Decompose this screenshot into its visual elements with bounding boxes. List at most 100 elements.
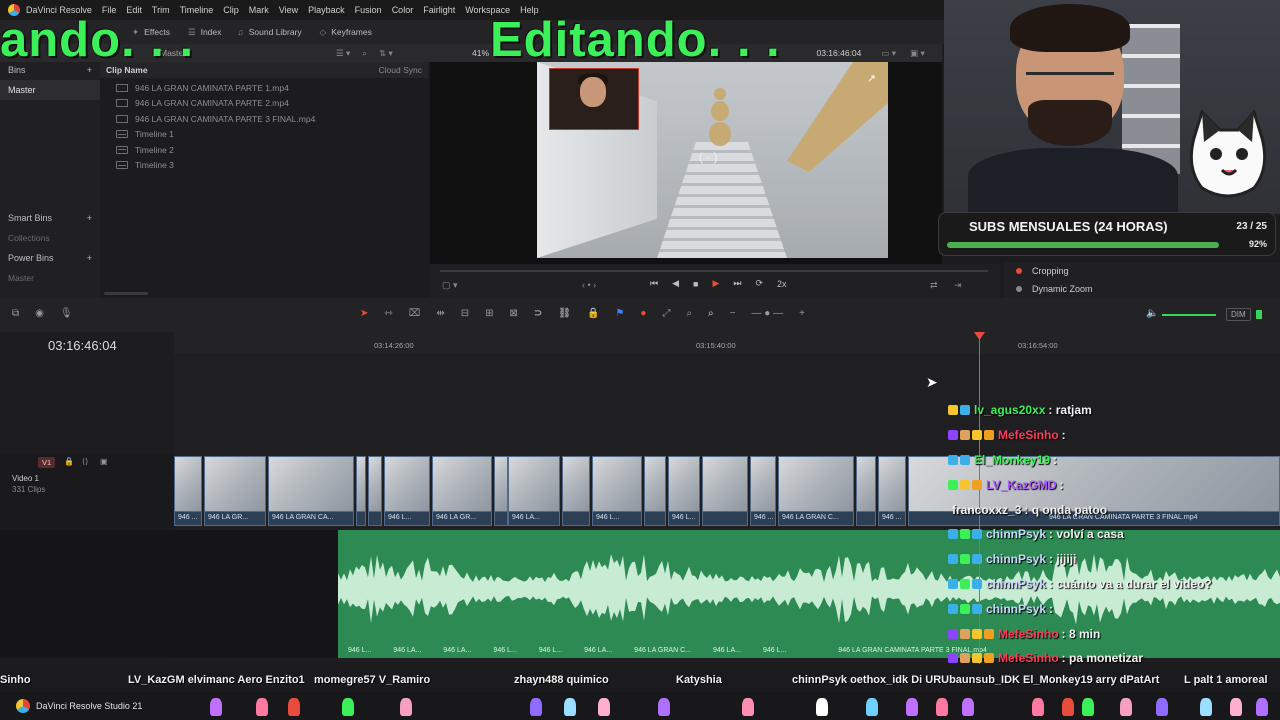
timeline-clip[interactable]: 946 LA... (508, 456, 560, 526)
jog-icon[interactable]: ‹ • › (582, 280, 596, 290)
keyframes-button[interactable]: ◇ Keyframes (320, 27, 372, 38)
list-item[interactable]: Timeline 1 (100, 127, 428, 143)
add-power-bin-icon[interactable]: + (87, 253, 92, 263)
loop-icon[interactable]: ⟳ (756, 278, 764, 289)
track-label[interactable]: V1 (38, 457, 56, 468)
snap-icon[interactable]: ⊃ (534, 308, 542, 319)
play-icon[interactable]: ▶ (712, 278, 719, 289)
clip-list-scrollbar[interactable] (104, 292, 148, 295)
timeline-clip[interactable]: 946 ... (174, 456, 202, 526)
col-cloud-sync[interactable]: Cloud Sync (379, 65, 422, 75)
timeline-clip[interactable]: 946 LA GRAN CA... (268, 456, 354, 526)
sort-icon[interactable]: ⇅ ▾ (379, 48, 393, 59)
zoom-slider[interactable]: — ● — (752, 308, 784, 319)
timeline-clip[interactable]: 946 LA GRAN C... (778, 456, 854, 526)
auto-select-icon[interactable]: ⟨⟩ (82, 457, 88, 466)
timeline-clip[interactable] (494, 456, 508, 526)
zoom-level[interactable]: 41% (472, 48, 489, 58)
collections-label: Collections (8, 233, 50, 243)
timeline-clip[interactable]: 946 ... (878, 456, 906, 526)
timeline-timecode[interactable]: 03:16:46:04 (48, 338, 117, 353)
timeline-clip[interactable] (644, 456, 666, 526)
timeline-ruler[interactable]: 03:14:26:00 03:15:40:00 03:16:54:00 (174, 332, 1280, 354)
timeline-clip[interactable]: 946 LA GR... (204, 456, 266, 526)
track-visibility-icon[interactable]: ▣ (100, 457, 108, 466)
timeline-clip[interactable] (562, 456, 590, 526)
timeline-clip[interactable]: 946 L... (592, 456, 642, 526)
next-icon[interactable]: ⇥ (954, 280, 962, 291)
viewer-panel[interactable]: ( · ) ↗ (430, 62, 942, 264)
add-smart-bin-icon[interactable]: + (87, 213, 92, 223)
stop-icon[interactable]: ■ (693, 279, 698, 289)
bin-master[interactable]: Master (0, 80, 100, 100)
menu-mark[interactable]: Mark (249, 5, 269, 15)
menu-clip[interactable]: Clip (223, 5, 239, 15)
timeline-clip[interactable] (702, 456, 748, 526)
sound-library-button[interactable]: ♫ Sound Library (237, 27, 301, 37)
menu-view[interactable]: View (279, 5, 298, 15)
disabled-dot-icon[interactable] (1016, 286, 1022, 292)
mic-icon[interactable]: 🎙 (60, 308, 73, 319)
viewer-scrubber[interactable] (440, 270, 988, 272)
lock-icon[interactable]: 🔒 (587, 308, 599, 319)
viewer-options-icon[interactable]: ▭ ▾ (881, 48, 896, 59)
speed-label[interactable]: 2x (777, 279, 787, 289)
menu-fairlight[interactable]: Fairlight (423, 5, 455, 15)
overlay-text-center: Editando. . . (490, 13, 781, 67)
insert-icon[interactable]: ⊟ (461, 308, 469, 319)
zoom-custom-icon[interactable]: ⌕ (708, 308, 714, 319)
search-icon[interactable]: ⌕ (362, 48, 367, 59)
overwrite-icon[interactable]: ⊞ (485, 308, 493, 319)
trim-tool-icon[interactable]: ⇿ (384, 308, 392, 319)
view-icon[interactable]: ◉ (35, 308, 44, 319)
zoom-in-icon[interactable]: + (799, 308, 805, 319)
timeline-clip[interactable]: 946 L... (668, 456, 700, 526)
marker-icon[interactable]: ● (640, 308, 646, 319)
menu-fusion[interactable]: Fusion (355, 5, 382, 15)
play-reverse-icon[interactable]: ◀ (672, 278, 679, 289)
list-item[interactable]: Timeline 3 (100, 158, 428, 174)
collections-item[interactable]: Collections (0, 228, 100, 248)
timeline-clip[interactable]: 946 LA GR... (432, 456, 492, 526)
viewer-mode-icon[interactable]: ▣ ▾ (910, 48, 925, 59)
inspector-item-cropping[interactable]: Cropping (1004, 262, 1280, 280)
link-icon[interactable]: ⛓ (558, 308, 571, 319)
list-item[interactable]: 946 LA GRAN CAMINATA PARTE 3 FINAL.mp4 (100, 111, 428, 127)
timeline-clip[interactable]: 946 ... (750, 456, 776, 526)
inspector-item-dynamic-zoom[interactable]: Dynamic Zoom (1004, 280, 1280, 298)
track-lock-icon[interactable]: 🔒 (64, 457, 74, 466)
list-item[interactable]: 946 LA GRAN CAMINATA PARTE 2.mp4 (100, 96, 428, 112)
layout-icon[interactable]: ⧉ (12, 308, 19, 319)
list-item[interactable]: Timeline 2 (100, 142, 428, 158)
avatar-icon (742, 698, 754, 716)
list-item[interactable]: 946 LA GRAN CAMINATA PARTE 1.mp4 (100, 80, 428, 96)
chat-badges (948, 653, 994, 664)
chat-text: : (1059, 477, 1064, 492)
dim-button[interactable]: DIM (1226, 308, 1251, 321)
replace-icon[interactable]: ⊠ (509, 308, 517, 319)
flag-icon[interactable]: ⚑ (615, 308, 624, 319)
blade-tool-icon[interactable]: ⌧ (409, 308, 421, 319)
timeline-clip[interactable] (368, 456, 382, 526)
list-view-icon[interactable]: ☰ ▾ (336, 48, 350, 59)
timeline-clip[interactable]: 946 L... (384, 456, 430, 526)
speaker-icon[interactable]: 🔈 (1146, 308, 1158, 319)
menu-color[interactable]: Color (392, 5, 414, 15)
streamer-hair (1010, 4, 1130, 52)
zoom-fit-icon[interactable]: ⤢ (662, 308, 670, 319)
chat-message: lv_agus20xx: ratjam (948, 398, 1278, 423)
power-bin-master[interactable]: Master (0, 268, 100, 288)
zoom-detail-icon[interactable]: ⌕ (686, 308, 692, 319)
go-end-icon[interactable]: ⏭ (733, 278, 741, 289)
timeline-clip[interactable] (356, 456, 366, 526)
menu-playback[interactable]: Playback (308, 5, 345, 15)
slip-tool-icon[interactable]: ⇹ (436, 308, 444, 319)
crop-icon[interactable]: ▢ ▾ (442, 280, 458, 291)
selection-tool-icon[interactable]: ➤ (360, 308, 368, 319)
zoom-out-icon[interactable]: − (730, 308, 736, 319)
match-frame-icon[interactable]: ⇄ (930, 280, 938, 291)
timeline-clip[interactable] (856, 456, 876, 526)
enabled-dot-icon[interactable] (1016, 268, 1022, 274)
volume-slider[interactable] (1162, 314, 1216, 316)
go-start-icon[interactable]: ⏮ (650, 278, 658, 289)
